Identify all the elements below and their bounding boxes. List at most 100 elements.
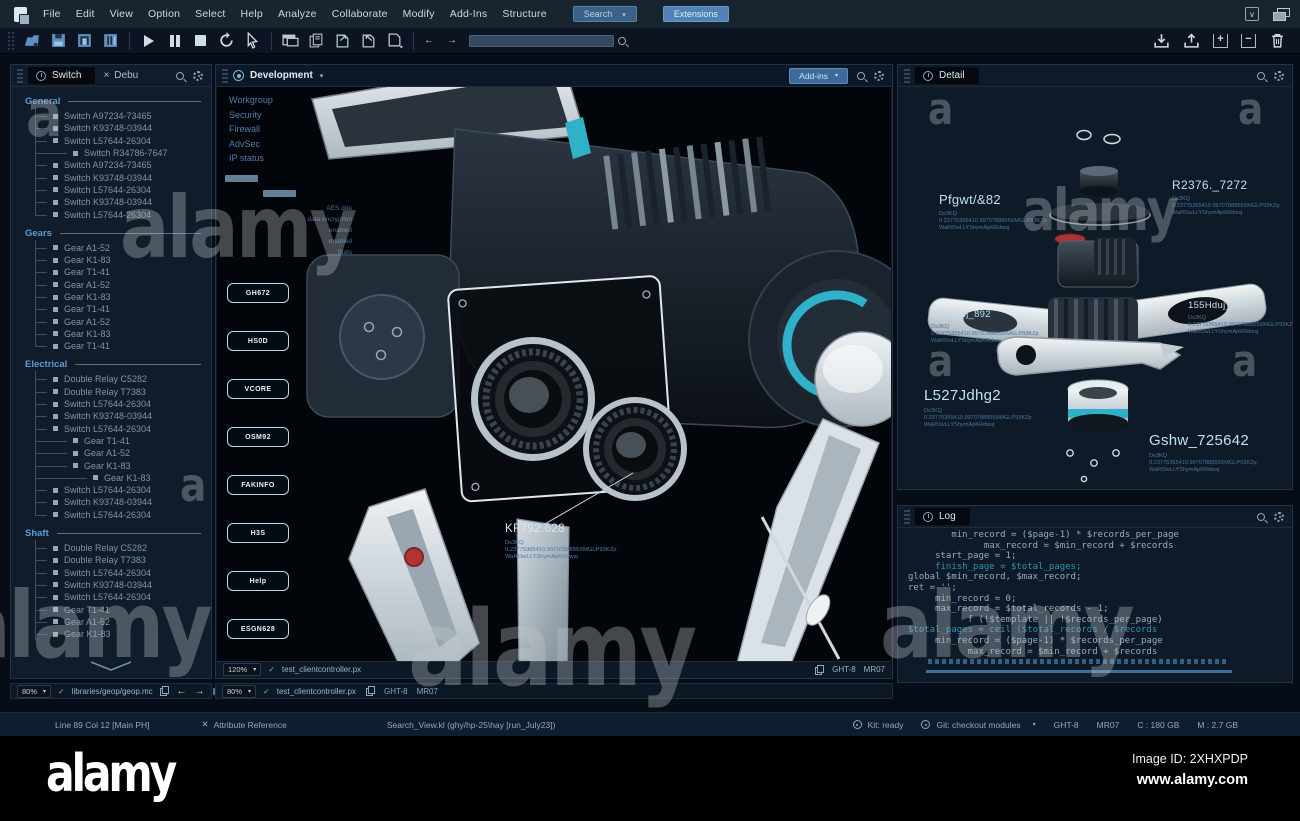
tree-item[interactable]: Gear A1-52 [11,242,211,254]
tree-item[interactable]: Switch K93748-03944 [11,171,211,183]
copy-pages-icon[interactable] [308,32,325,49]
tree-item[interactable]: Gear A1-52 [11,315,211,327]
viewport-button-vcore[interactable]: VCORE [227,379,289,399]
tree-item[interactable]: Gear K1-83 [11,328,211,340]
viewport-nav-workgroup[interactable]: Workgroup [229,95,273,105]
tree-item[interactable]: Switch L57644-26304 [11,398,211,410]
tab-log[interactable]: Log [915,508,970,525]
back-arrow[interactable]: ← [424,35,438,46]
download-tray-icon[interactable] [1153,32,1170,49]
tab-detail[interactable]: Detail [915,67,979,84]
tree-item[interactable]: Switch L57644-26304 [11,423,211,435]
gear-icon[interactable] [1274,70,1284,81]
tree-item[interactable]: Switch A97234-73465 [11,110,211,122]
tree-item[interactable]: Switch K93748-03944 [11,196,211,208]
menu-item-option[interactable]: Option [148,8,180,20]
gear-icon[interactable] [1274,511,1284,522]
tree-item[interactable]: Gear T1-41 [11,435,211,447]
menu-item-modify[interactable]: Modify [403,8,435,20]
viewport-button-esgn628[interactable]: ESGN628 [227,619,289,639]
play-button[interactable] [140,32,157,49]
import-page-icon[interactable] [360,32,377,49]
tree-item[interactable]: Switch L57644-26304 [11,208,211,220]
toolbar-grip[interactable] [8,31,16,50]
log-code[interactable]: min_record = ($page-1) * $records_per_pa… [908,530,1284,678]
exploded-view[interactable]: Pfgwt/&82 Ds3KQ 0.23775365410.9970788855X… [898,87,1292,489]
cascade-windows-icon[interactable] [1273,7,1290,21]
reset-loop-icon[interactable] [218,32,235,49]
folder-icon[interactable] [24,32,41,49]
tree-item[interactable]: Gear A1-52 [11,447,211,459]
menu-item-help[interactable]: Help [241,8,263,20]
stop-button[interactable] [192,32,209,49]
export-page-icon[interactable] [334,32,351,49]
save-all-icon[interactable] [76,32,93,49]
chevron-down-icon[interactable]: ▾ [320,72,324,80]
tree-item[interactable]: Gear K1-83 [11,472,211,484]
tree-item[interactable]: Switch L57644-26304 [11,184,211,196]
tree-item[interactable]: Double Relay C5282 [11,542,211,554]
search-icon[interactable] [1257,71,1265,80]
menu-item-analyze[interactable]: Analyze [278,8,317,20]
tree-item[interactable]: Gear A1-52 [11,279,211,291]
panel-grip[interactable] [17,68,23,83]
pages-icon[interactable] [366,686,375,696]
viewport-button-help[interactable]: Help [227,571,289,591]
search-icon[interactable] [857,71,865,80]
version-box-icon[interactable]: ∨ [1245,7,1259,21]
panel-grip[interactable] [904,68,910,83]
viewport-button-h3s[interactable]: H3S [227,523,289,543]
extensions-button[interactable]: Extensions [662,6,729,22]
scroll-down-chevron[interactable] [89,660,133,672]
tree-item[interactable]: Switch K93748-03944 [11,122,211,134]
viewport-nav-security[interactable]: Security [229,110,273,120]
upload-tray-icon[interactable] [1183,32,1200,49]
tree-item[interactable]: Gear T1-41 [11,603,211,615]
tab-debug[interactable]: × Debu [95,67,146,84]
tree-item[interactable]: Switch K93748-03944 [11,410,211,422]
tree-item[interactable]: Double Relay T7383 [11,386,211,398]
left-zoom-select[interactable]: 80% ▾ [17,684,52,698]
gear-icon[interactable] [874,70,884,81]
viewport-nav-advsec[interactable]: AdvSec [229,139,273,149]
git-status[interactable]: Git: checkout modules ▾ [921,720,1036,730]
tree-item[interactable]: Switch K93748-03944 [11,579,211,591]
viewport-button-gh672[interactable]: GH672 [227,283,289,303]
tree-item[interactable]: Gear A1-52 [11,616,211,628]
tree-item[interactable]: Double Relay T7383 [11,554,211,566]
tree-item[interactable]: Gear T1-41 [11,340,211,352]
pages-icon[interactable] [815,664,825,675]
strip-forward-arrow[interactable]: → [195,686,205,697]
close-icon[interactable]: ✕ [202,719,209,730]
menu-item-view[interactable]: View [110,8,133,20]
tab-switch[interactable]: Switch [28,67,96,84]
viewport-button-fakinfo[interactable]: FAKINFO [227,475,289,495]
remove-box-button[interactable]: − [1241,33,1256,48]
tree-item[interactable]: Switch R34786-7647 [11,147,211,159]
close-icon[interactable]: × [103,70,109,81]
center-zoom-select[interactable]: 80% ▾ [222,684,257,698]
paste-page-icon[interactable] [386,32,403,49]
viewport-button-osm92[interactable]: OSM92 [227,427,289,447]
forward-arrow[interactable]: → [447,35,461,46]
tree-item[interactable]: Switch L57644-26304 [11,509,211,521]
panel-grip[interactable] [222,68,228,83]
addins-button[interactable]: Add-ins ▾ [789,67,848,84]
panel-grip[interactable] [904,509,910,524]
tree-item[interactable]: Gear K1-83 [11,459,211,471]
save-icon[interactable] [50,32,67,49]
gear-icon[interactable] [193,70,203,81]
tree-item[interactable]: Gear K1-83 [11,628,211,640]
menu-item-add-ins[interactable]: Add-Ins [450,8,488,20]
pause-button[interactable] [166,32,183,49]
search-icon[interactable] [1257,512,1265,521]
add-box-button[interactable]: + [1213,33,1228,48]
menu-item-file[interactable]: File [43,8,61,20]
trash-icon[interactable] [1269,32,1286,49]
address-input[interactable] [469,34,614,47]
3d-viewport[interactable]: Workgroup Security Firewall AdvSec IP status… [217,87,891,661]
viewport-button-hs0d[interactable]: HS0D [227,331,289,351]
menu-item-collaborate[interactable]: Collaborate [332,8,388,20]
panel-settings-icon[interactable] [102,32,119,49]
tree-item[interactable]: Double Relay C5282 [11,373,211,385]
